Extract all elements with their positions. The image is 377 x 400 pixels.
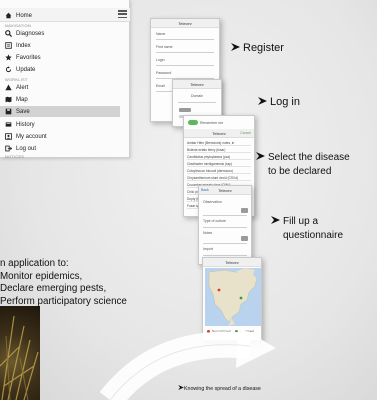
arrow-icon [271, 216, 280, 224]
import-field[interactable] [203, 255, 247, 256]
search-icon [5, 30, 12, 37]
application-description: n application to: Monitor epidemics, Dec… [0, 258, 127, 308]
register-screen-title: Telecev [151, 19, 219, 28]
notes-field[interactable] [203, 243, 247, 244]
remember-me-toggle[interactable] [188, 120, 198, 125]
logout-icon [5, 145, 12, 152]
menu-item-my-account[interactable]: My account [0, 131, 120, 142]
arrow-icon [256, 152, 265, 160]
callout-select-disease-line2: to be declared [268, 166, 332, 177]
menu-section-notices: NOTICES [5, 154, 25, 159]
index-icon [5, 42, 12, 49]
menu-item-label: Alert [16, 84, 29, 91]
side-menu-panel: Home NAVIGATION Diagnoses Index Favorite… [0, 0, 130, 159]
observation-field[interactable] [203, 215, 247, 216]
menu-item-map[interactable]: Map [0, 94, 120, 105]
menu-item-label: Index [16, 42, 31, 49]
field-label: Type of culture [203, 219, 226, 223]
name-field[interactable] [156, 39, 214, 40]
menu-item-log-out[interactable]: Log out [0, 143, 120, 154]
home-icon [5, 12, 12, 19]
crop-photo-stalks [0, 315, 39, 400]
domain-field[interactable] [178, 102, 216, 103]
menu-item-alert[interactable]: Alert [0, 82, 120, 93]
star-icon [5, 54, 12, 61]
field-label: Name [156, 32, 166, 36]
app-purpose-1: Monitor epidemics, [0, 270, 83, 282]
map-marker-red [217, 288, 221, 292]
menu-item-favorites[interactable]: Favorites [0, 52, 120, 63]
disease-list-item[interactable]: Chrysanthemum stunt viroid (CSVd) [187, 175, 251, 181]
disease-list-item[interactable]: Ambar Hiter (Brenctoris) notes, in [187, 140, 251, 146]
arrow-icon [258, 97, 267, 105]
map-screen-title: Telecev [203, 258, 261, 267]
back-tab[interactable]: Back [201, 188, 209, 192]
save-icon [5, 108, 12, 115]
map-icon [5, 96, 12, 103]
questionnaire-screen: Telecev Back Observation Type of culture… [198, 185, 252, 265]
callout-fill-questionnaire: Fill up a [271, 216, 318, 227]
field-label: Notes [203, 231, 213, 235]
dropdown-toggle[interactable] [241, 236, 248, 241]
menu-item-update[interactable]: Update [0, 64, 120, 75]
history-icon [5, 121, 12, 128]
menu-item-label: Home [16, 12, 33, 19]
menu-item-label: Map [16, 96, 28, 103]
menu-item-home[interactable]: Home [0, 10, 120, 21]
menu-item-label: My account [16, 133, 47, 140]
disease-map[interactable] [205, 268, 261, 326]
toggle-label: Remember me [200, 121, 224, 125]
callout-select-disease: Select the disease [256, 152, 350, 163]
menu-item-diagnoses[interactable]: Diagnoses [0, 28, 120, 39]
first-name-field[interactable] [156, 52, 214, 53]
disease-list-item[interactable]: Candidatus phytoplasma (pca) [187, 154, 251, 160]
field-label: Observation [203, 200, 222, 204]
login-screen-title: Telecev [173, 80, 221, 89]
callout-register: Register [231, 42, 284, 54]
menu-item-save[interactable]: Save [0, 106, 120, 117]
menu-item-history[interactable]: History [0, 119, 120, 130]
field-label: Login [156, 58, 165, 62]
disease-list-item[interactable]: Clavibacter michiganensis (ssp) [187, 161, 251, 167]
dropdown-toggle[interactable] [241, 208, 248, 213]
menu-item-label: Log out [16, 145, 37, 152]
menu-item-label: Favorites [16, 54, 41, 61]
culture-type-field[interactable] [203, 227, 247, 228]
app-purpose-2: Declare emerging pests, [0, 283, 107, 294]
field-label: Domain [191, 94, 204, 98]
alert-icon [5, 84, 12, 91]
arrow-icon [231, 43, 240, 51]
field-label: Email [156, 84, 165, 88]
login-button[interactable] [179, 108, 191, 112]
field-label: Import [203, 247, 213, 251]
cancel-link[interactable]: Cancel [240, 131, 251, 135]
disease-list-item[interactable]: Cotcylinocco blocodi (dermacco) [187, 168, 251, 174]
menu-item-label: Update [16, 66, 36, 73]
menu-item-label: Diagnoses [16, 30, 45, 37]
disease-list-item[interactable]: Bolevia wrtato blevy (fusar) [187, 147, 251, 153]
account-icon [5, 133, 12, 140]
login-field[interactable] [156, 65, 214, 66]
field-label: First name [156, 45, 173, 49]
map-marker-green [239, 296, 243, 300]
refresh-icon [5, 66, 12, 73]
slide: Home NAVIGATION Diagnoses Index Favorite… [0, 0, 377, 400]
callout-login: Log in [258, 96, 300, 108]
callout-fill-questionnaire-line2: questionnaire [283, 230, 344, 241]
menu-item-index[interactable]: Index [0, 40, 120, 51]
field-label: Password [156, 71, 172, 75]
app-intro: n application to: [0, 258, 69, 269]
menu-item-label: History [16, 121, 35, 128]
footer-note: Knowing the spread of a disease [178, 385, 261, 392]
menu-item-label: Save [16, 108, 30, 115]
